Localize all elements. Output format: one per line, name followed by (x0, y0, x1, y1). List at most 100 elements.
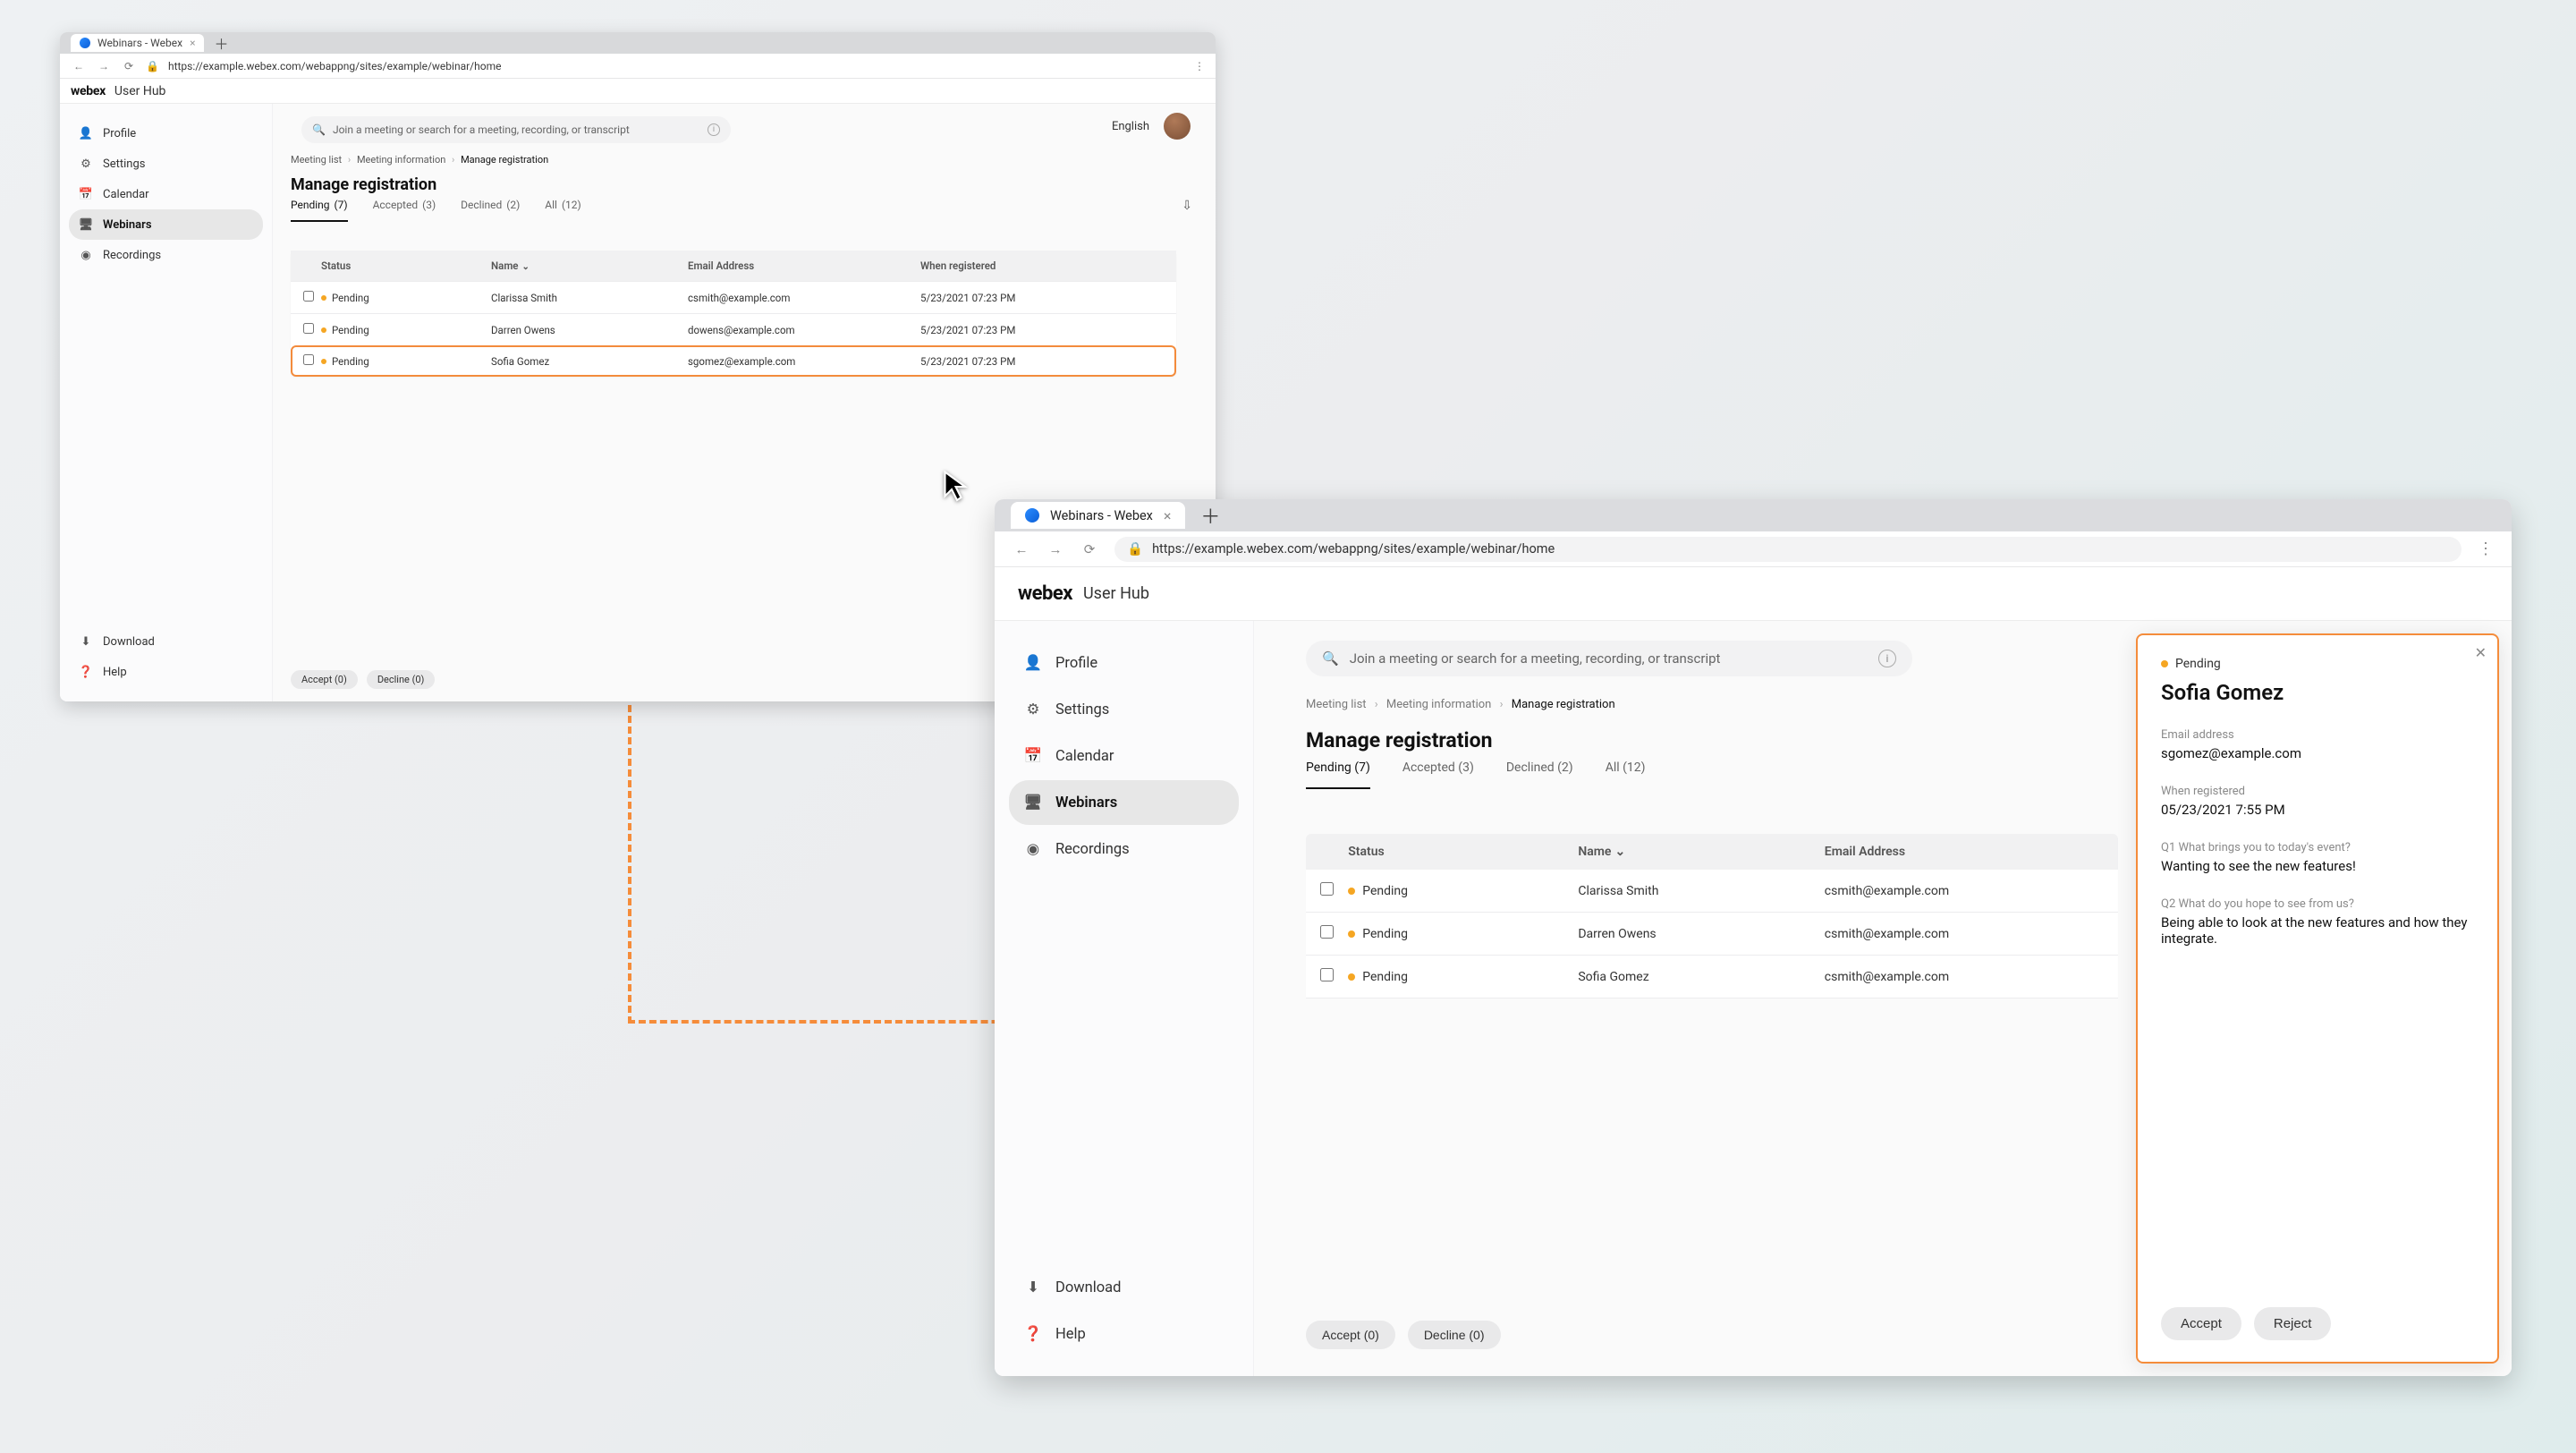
cell-when: 5/23/2021 07:23 PM (920, 355, 1117, 368)
cell-status: Pending (1348, 884, 1578, 898)
export-icon[interactable]: ⇩ (1182, 199, 1192, 213)
field-value: Being able to look at the new features a… (2161, 914, 2474, 947)
crumb-meeting-info[interactable]: Meeting information (1386, 698, 1491, 711)
sidebar-item-profile[interactable]: 👤 Profile (69, 118, 263, 149)
sidebar-item-webinars[interactable]: 🖥 Webinars (69, 209, 263, 240)
row-checkbox[interactable] (303, 323, 314, 334)
sidebar-item-help[interactable]: ❓ Help (1009, 1312, 1239, 1356)
tab-declined[interactable]: Declined (2) (461, 199, 520, 222)
search-bar[interactable]: 🔍 Join a meeting or search for a meeting… (1306, 641, 1912, 676)
sidebar-item-recordings[interactable]: ◉ Recordings (1009, 827, 1239, 871)
col-name[interactable]: Name⌄ (1578, 845, 1824, 859)
search-bar[interactable]: 🔍 Join a meeting or search for a meeting… (301, 116, 731, 143)
crumb-meeting-list[interactable]: Meeting list (1306, 698, 1367, 711)
close-tab-icon[interactable]: × (190, 37, 195, 49)
crumb-meeting-list[interactable]: Meeting list (291, 154, 342, 166)
url-text[interactable]: https://example.webex.com/webappng/sites… (168, 60, 502, 72)
col-status[interactable]: Status (321, 259, 491, 272)
sidebar-label: Settings (1055, 701, 1109, 718)
close-tab-icon[interactable]: × (1164, 507, 1172, 524)
status-dot-icon (321, 295, 326, 301)
cell-status: Pending (1348, 970, 1578, 984)
reload-icon[interactable]: ⟳ (121, 60, 137, 72)
sidebar-item-webinars[interactable]: 🖥 Webinars (1009, 780, 1239, 825)
sidebar-label: Help (1055, 1326, 1086, 1343)
browser-tab-title: Webinars - Webex (1050, 508, 1153, 523)
col-when[interactable]: When registered (920, 259, 1117, 272)
url-text: https://example.webex.com/webappng/sites… (1152, 541, 1555, 557)
table-row-highlighted[interactable]: Pending Sofia Gomez sgomez@example.com 5… (291, 345, 1176, 377)
new-tab-button[interactable]: ＋ (1198, 503, 1223, 528)
browser-tab[interactable]: Webinars - Webex × (1011, 502, 1185, 529)
crumb-meeting-info[interactable]: Meeting information (357, 154, 445, 166)
row-checkbox[interactable] (1320, 882, 1334, 896)
table-row[interactable]: Pending Darren Owens dowens@example.com … (291, 313, 1176, 345)
back-icon[interactable]: ← (1013, 541, 1030, 557)
sidebar: 👤 Profile ⚙ Settings 📅 Calendar 🖥 Webina… (995, 621, 1254, 1376)
table-row[interactable]: Pending Clarissa Smith csmith@example.co… (1306, 870, 2118, 913)
row-checkbox[interactable] (1320, 925, 1334, 939)
help-icon: ❓ (78, 664, 94, 680)
accept-button[interactable]: Accept (0) (1306, 1321, 1395, 1349)
sidebar-item-settings[interactable]: ⚙ Settings (69, 149, 263, 179)
info-icon[interactable]: i (708, 123, 720, 136)
row-checkbox[interactable] (1320, 968, 1334, 981)
sidebar-label: Webinars (1055, 794, 1117, 811)
registration-table: Status Name⌄ Email Address Pending Clari… (1306, 834, 2118, 998)
detail-reject-button[interactable]: Reject (2254, 1307, 2332, 1340)
new-tab-button[interactable]: ＋ (211, 33, 231, 53)
browser-tab[interactable]: Webinars - Webex × (71, 34, 204, 52)
sidebar-item-settings[interactable]: ⚙ Settings (1009, 687, 1239, 732)
table-row[interactable]: Pending Sofia Gomez csmith@example.com (1306, 956, 2118, 998)
forward-icon[interactable]: → (96, 60, 112, 72)
field-label: When registered (2161, 785, 2474, 798)
close-panel-icon[interactable]: ✕ (2475, 644, 2487, 661)
table-row[interactable]: Pending Darren Owens csmith@example.com (1306, 913, 2118, 956)
tab-all[interactable]: All (12) (1606, 760, 1646, 789)
browser-menu-icon[interactable]: ⋮ (2478, 540, 2494, 558)
tab-accepted[interactable]: Accepted (3) (1402, 760, 1474, 789)
col-name[interactable]: Name⌄ (491, 259, 688, 272)
forward-icon[interactable]: → (1046, 541, 1064, 557)
sidebar-item-recordings[interactable]: ◉ Recordings (69, 240, 263, 270)
col-email[interactable]: Email Address (1825, 845, 2104, 859)
table-row[interactable]: Pending Clarissa Smith csmith@example.co… (291, 281, 1176, 313)
sidebar-label: Download (1055, 1279, 1121, 1296)
sidebar-item-calendar[interactable]: 📅 Calendar (1009, 734, 1239, 778)
accept-button[interactable]: Accept (0) (291, 670, 358, 689)
sidebar-label: Calendar (1055, 748, 1114, 765)
webex-favicon (80, 38, 90, 48)
tab-pending[interactable]: Pending (7) (1306, 760, 1370, 789)
sidebar-item-calendar[interactable]: 📅 Calendar (69, 179, 263, 209)
user-avatar[interactable] (1164, 113, 1191, 140)
col-status[interactable]: Status (1348, 845, 1578, 859)
tab-all[interactable]: All (12) (545, 199, 580, 222)
detail-accept-button[interactable]: Accept (2161, 1307, 2241, 1340)
tab-pending[interactable]: Pending (7) (291, 199, 348, 222)
info-icon[interactable]: i (1878, 650, 1896, 667)
tab-accepted[interactable]: Accepted (3) (373, 199, 436, 222)
decline-button[interactable]: Decline (0) (1408, 1321, 1501, 1349)
back-icon[interactable]: ← (71, 60, 87, 72)
sidebar-item-help[interactable]: ❓ Help (69, 657, 263, 687)
registrant-detail-panel: ✕ Pending Sofia Gomez Email address sgom… (2136, 633, 2499, 1364)
sidebar-item-download[interactable]: ⬇ Download (1009, 1265, 1239, 1310)
calendar-icon: 📅 (1023, 746, 1043, 766)
language-selector[interactable]: English (1112, 120, 1149, 133)
select-all-cell (1320, 845, 1348, 859)
col-email[interactable]: Email Address (688, 259, 920, 272)
row-checkbox[interactable] (303, 291, 314, 302)
sidebar-item-download[interactable]: ⬇ Download (69, 626, 263, 657)
help-icon: ❓ (1023, 1324, 1043, 1344)
cell-name: Clarissa Smith (491, 292, 688, 304)
hub-label: User Hub (114, 84, 166, 98)
tab-declined[interactable]: Declined (2) (1506, 760, 1573, 789)
reload-icon[interactable]: ⟳ (1080, 541, 1098, 557)
decline-button[interactable]: Decline (0) (367, 670, 436, 689)
row-checkbox[interactable] (303, 354, 314, 365)
sidebar-item-profile[interactable]: 👤 Profile (1009, 641, 1239, 685)
browser-window-large: Webinars - Webex × ＋ ← → ⟳ 🔒 https://exa… (995, 499, 2512, 1376)
url-field[interactable]: 🔒 https://example.webex.com/webappng/sit… (1114, 537, 2462, 562)
webex-logo: webex (1018, 582, 1072, 605)
browser-menu-icon[interactable]: ⋮ (1194, 60, 1205, 72)
